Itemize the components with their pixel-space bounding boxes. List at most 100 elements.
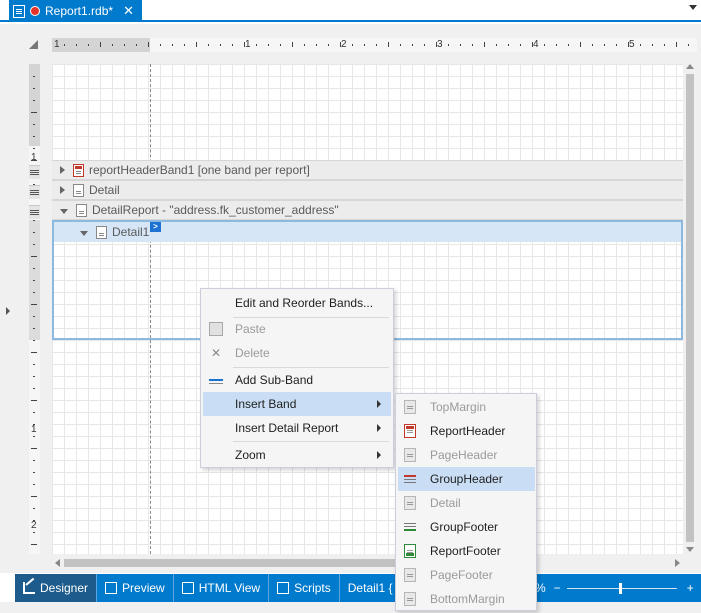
ruler-tick (364, 44, 365, 46)
menu-item-delete[interactable]: ✕ Delete (203, 341, 391, 365)
ruler-tick (31, 544, 37, 545)
band-grip-detail[interactable] (29, 185, 40, 199)
band-report-header[interactable]: reportHeaderBand1 [one band per report] (52, 160, 683, 180)
menu-item-insert-band[interactable]: Insert Band (203, 392, 391, 416)
submenu-item-report-header[interactable]: ReportHeader (398, 419, 535, 443)
ruler-corner-icon (29, 40, 38, 49)
ruler-tick (532, 42, 533, 47)
detail-report-band-icon (76, 203, 87, 217)
ruler-tick (33, 364, 35, 365)
report-footer-band-icon (404, 544, 416, 558)
scripts-tab-button[interactable]: Scripts (269, 574, 340, 602)
ruler-tick (496, 44, 497, 46)
submenu-item-report-footer[interactable]: ReportFooter (398, 539, 535, 563)
ruler-tick (292, 42, 293, 47)
band-label: reportHeaderBand1 [one band per report] (89, 163, 310, 177)
ruler-tick (244, 42, 245, 47)
ruler-tick (31, 160, 37, 161)
band-grip-detail-report[interactable] (29, 205, 40, 219)
ruler-tick (33, 136, 35, 137)
insert-band-submenu: TopMargin ReportHeader PageHeader GroupH… (395, 393, 537, 611)
zoom-in-button[interactable]: + (687, 581, 694, 595)
html-view-tab-button[interactable]: HTML View (174, 574, 270, 602)
submenu-item-detail[interactable]: Detail (398, 491, 535, 515)
selection-breadcrumb[interactable]: Detail1 { (340, 574, 401, 602)
ruler-tick (33, 508, 35, 509)
html-view-label: HTML View (198, 581, 261, 595)
expand-icon[interactable] (60, 166, 65, 174)
ruler-number: 4 (533, 39, 539, 50)
submenu-item-group-footer[interactable]: GroupFooter (398, 515, 535, 539)
ruler-tick (33, 412, 35, 413)
ruler-tick (520, 44, 521, 46)
submenu-item-group-header[interactable]: GroupHeader (398, 467, 535, 491)
ruler-tick (33, 520, 35, 521)
band-detail[interactable]: Detail (52, 180, 683, 200)
ruler-tick (640, 44, 641, 46)
sub-band-icon (209, 373, 223, 387)
scripts-icon (277, 582, 290, 594)
submenu-item-page-footer[interactable]: PageFooter (398, 563, 535, 587)
ruler-tick (64, 44, 65, 46)
ruler-number: 1 (54, 39, 60, 50)
group-footer-band-icon (404, 520, 416, 534)
vertical-scroll-thumb[interactable] (686, 74, 694, 542)
expand-icon[interactable] (60, 186, 65, 194)
ruler-tick (31, 496, 37, 497)
report-header-band-icon (73, 163, 84, 177)
menu-item-zoom[interactable]: Zoom (203, 443, 391, 467)
ruler-tick (33, 376, 35, 377)
scroll-left-icon[interactable] (55, 559, 60, 567)
ruler-tick (31, 448, 37, 449)
collapse-icon[interactable] (60, 208, 68, 214)
horizontal-scrollbar[interactable] (52, 556, 683, 570)
zoom-control: % − + (535, 574, 694, 602)
submenu-item-top-margin[interactable]: TopMargin (398, 395, 535, 419)
submenu-item-bottom-margin[interactable]: BottomMargin (398, 587, 535, 611)
zoom-out-button[interactable]: − (554, 581, 561, 595)
band-detail-report[interactable]: DetailReport - "address.fk_customer_addr… (52, 200, 683, 220)
ruler-tick (33, 316, 35, 317)
ruler-number: 5 (629, 39, 635, 50)
ruler-tick (568, 44, 569, 46)
designer-tab-button[interactable]: Designer (15, 574, 98, 602)
ruler-tick (544, 44, 545, 46)
scroll-up-icon[interactable] (686, 64, 694, 69)
ruler-tick (33, 232, 35, 233)
band-grip-report-header[interactable] (29, 165, 40, 179)
menu-item-add-sub-band[interactable]: Add Sub-Band (203, 368, 391, 392)
band-detail1-header[interactable]: Detail1 (54, 222, 681, 242)
preview-tab-button[interactable]: Preview (97, 574, 174, 602)
vertical-scrollbar[interactable] (683, 60, 697, 556)
menu-item-paste[interactable]: Paste (203, 317, 391, 341)
ruler-tick (460, 44, 461, 46)
ruler-tick (76, 44, 77, 46)
zoom-slider[interactable] (566, 582, 677, 594)
ruler-tick (412, 44, 413, 46)
submenu-arrow-icon (377, 400, 381, 408)
ruler-tick (33, 76, 35, 77)
document-tab-strip: Report1.rdb* ✕ (0, 0, 701, 22)
collapse-panel-arrow-icon[interactable] (6, 307, 10, 315)
ruler-tick (148, 42, 149, 47)
ruler-tick (31, 256, 37, 257)
ruler-tick (448, 44, 449, 46)
horizontal-ruler: 1 1 2 3 4 5 (52, 38, 697, 52)
menu-item-edit-reorder-bands[interactable]: Edit and Reorder Bands... (203, 291, 391, 315)
menu-item-insert-detail-report[interactable]: Insert Detail Report (203, 416, 391, 440)
ruler-tick (136, 44, 137, 46)
ruler-tick (31, 352, 37, 353)
report-document-tab[interactable]: Report1.rdb* ✕ (9, 0, 142, 22)
ruler-tick (616, 44, 617, 46)
scroll-down-icon[interactable] (686, 547, 694, 552)
collapse-icon[interactable] (80, 230, 88, 236)
submenu-item-page-header[interactable]: PageHeader (398, 443, 535, 467)
scroll-right-icon[interactable] (675, 559, 680, 567)
bottom-margin-band-icon (404, 592, 416, 606)
close-tab-icon[interactable]: ✕ (123, 3, 134, 19)
preview-label: Preview (122, 581, 165, 595)
smart-tag-icon[interactable]: > (150, 222, 161, 232)
tab-list-dropdown-icon[interactable] (689, 5, 697, 10)
ruler-tick (304, 44, 305, 46)
zoom-slider-knob[interactable] (618, 582, 622, 594)
